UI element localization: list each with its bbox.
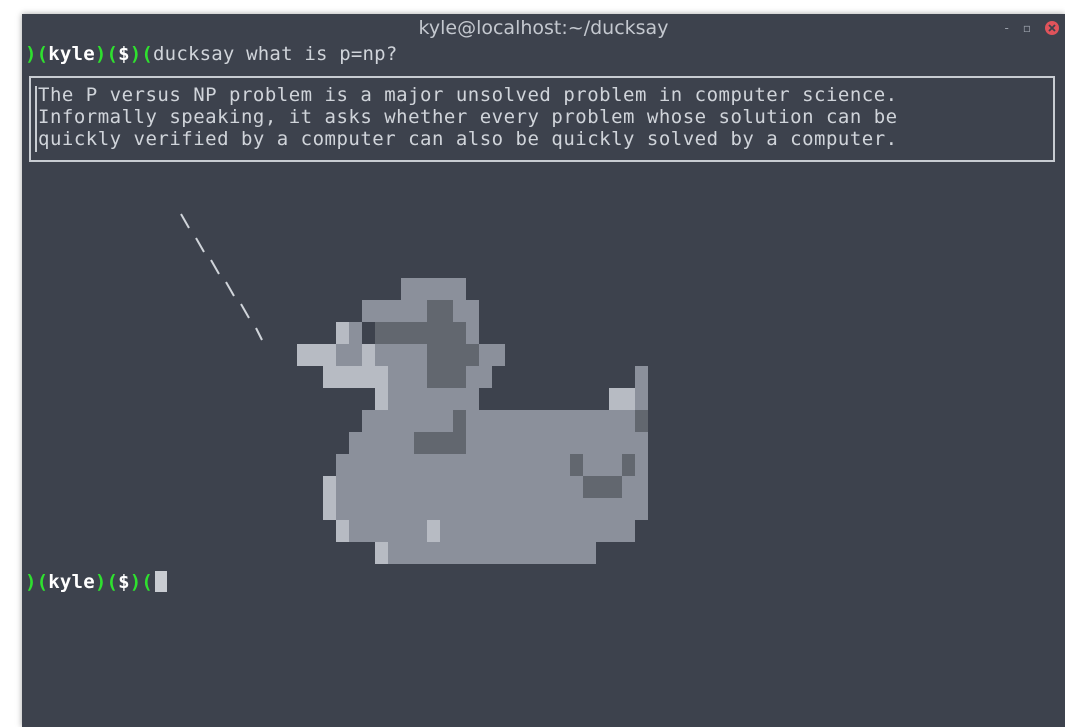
terminal-window: kyle@localhost:~/ducksay - ▫ )(kyle)($)(… <box>22 14 1065 727</box>
prompt-line-2: )(kyle)($)( <box>25 570 168 594</box>
duck-ascii-art <box>180 213 648 564</box>
window-controls: - ▫ <box>1005 14 1059 42</box>
close-button[interactable] <box>1045 21 1059 35</box>
maximize-button[interactable]: ▫ <box>1023 21 1031 35</box>
title-bar[interactable]: kyle@localhost:~/ducksay - ▫ <box>22 14 1065 42</box>
minimize-button[interactable]: - <box>1005 21 1009 35</box>
speech-tail <box>180 213 263 341</box>
duck-pixels <box>297 278 648 564</box>
text-cursor <box>155 571 168 592</box>
close-icon <box>1048 24 1056 32</box>
window-title: kyle@localhost:~/ducksay <box>418 17 669 39</box>
terminal-body[interactable]: )(kyle)($)(ducksay what is p=np? The P v… <box>22 42 1065 727</box>
